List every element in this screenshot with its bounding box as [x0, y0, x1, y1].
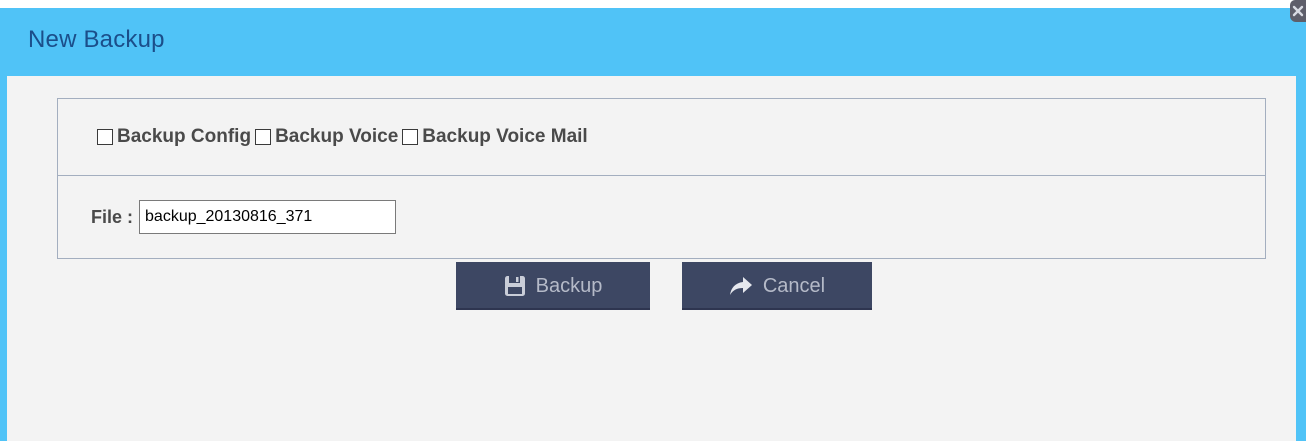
backup-voice-checkbox[interactable]	[255, 129, 272, 145]
backup-options-panel: Backup Config Backup Voice Backup Voice …	[57, 98, 1266, 259]
backup-button-label: Backup	[535, 274, 603, 297]
backup-options-row: Backup Config Backup Voice Backup Voice …	[58, 99, 1265, 176]
close-icon	[1292, 5, 1304, 17]
backup-voice-mail-checkbox[interactable]	[402, 129, 419, 145]
backup-button[interactable]: Backup	[456, 262, 650, 310]
file-label: File :	[91, 206, 134, 227]
dialog-title: New Backup	[28, 26, 165, 53]
backup-voice-option[interactable]: Backup Voice	[255, 126, 398, 148]
file-name-input[interactable]	[139, 200, 397, 234]
arrow-forward-icon	[729, 276, 753, 296]
file-row: File :	[58, 176, 1298, 258]
backup-voice-mail-label: Backup Voice Mail	[422, 126, 588, 147]
close-button[interactable]	[1290, 0, 1306, 22]
floppy-disk-icon	[504, 275, 526, 297]
backup-voice-label: Backup Voice	[275, 126, 399, 147]
backup-voice-mail-option[interactable]: Backup Voice Mail	[402, 126, 588, 148]
left-border	[0, 76, 7, 441]
cancel-button-label: Cancel	[762, 274, 826, 297]
backup-config-checkbox[interactable]	[97, 129, 113, 145]
dialog-titlebar: New Backup	[0, 8, 1306, 76]
top-strip	[0, 0, 1306, 8]
cancel-button[interactable]: Cancel	[682, 262, 872, 310]
right-border	[1296, 76, 1306, 441]
backup-config-label: Backup Config	[117, 126, 252, 147]
backup-config-option[interactable]: Backup Config	[97, 126, 251, 148]
new-backup-dialog: New Backup Backup Config Backup Voice Ba…	[0, 0, 1306, 441]
